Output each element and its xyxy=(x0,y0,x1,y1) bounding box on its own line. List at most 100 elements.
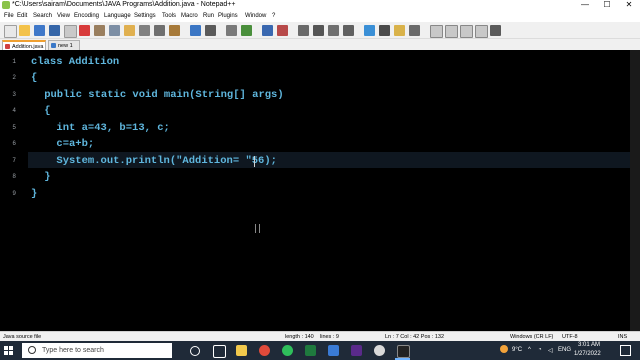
open-icon[interactable] xyxy=(19,25,30,36)
code-line: { xyxy=(19,105,51,117)
undo-icon[interactable] xyxy=(154,25,165,36)
close-all-icon[interactable] xyxy=(79,25,90,36)
code-line: } xyxy=(31,188,38,200)
close-icon[interactable] xyxy=(64,25,77,38)
record-icon[interactable] xyxy=(430,25,443,38)
taskbar-search-box[interactable]: Type here to search xyxy=(22,343,172,358)
clock-time[interactable]: 3:01 AM xyxy=(578,342,600,348)
function-list-icon[interactable] xyxy=(379,25,390,36)
stop-icon[interactable] xyxy=(445,25,458,38)
task-view-icon[interactable] xyxy=(213,345,226,358)
replace-icon[interactable] xyxy=(205,25,216,36)
line-number: 4 xyxy=(12,107,16,114)
code-editor[interactable]: 1 2 3 4 5 6 7 8 9 class Addition { publi… xyxy=(0,50,640,331)
new-icon[interactable] xyxy=(4,25,17,38)
vertical-scrollbar[interactable] xyxy=(630,50,640,331)
sync-h-icon[interactable] xyxy=(277,25,288,36)
find-icon[interactable] xyxy=(190,25,201,36)
code-line: int a=43, b=13, c; xyxy=(6,122,170,134)
indent-guide-icon[interactable] xyxy=(328,25,339,36)
file-explorer-icon[interactable] xyxy=(236,345,247,356)
sync-v-icon[interactable] xyxy=(262,25,273,36)
line-number: 1 xyxy=(12,58,16,65)
menu-encoding[interactable]: Encoding xyxy=(74,10,99,22)
chrome-alt-icon[interactable] xyxy=(374,345,385,356)
search-icon xyxy=(28,346,36,354)
unsaved-file-icon xyxy=(5,44,10,49)
menu-language[interactable]: Language xyxy=(104,10,131,22)
menu-macro[interactable]: Macro xyxy=(181,10,198,22)
tray-chevron-icon[interactable]: ^ xyxy=(528,347,531,353)
zoom-out-icon[interactable] xyxy=(241,25,252,36)
menu-tools[interactable]: Tools xyxy=(162,10,176,22)
notification-icon[interactable] xyxy=(620,345,631,356)
cut-icon[interactable] xyxy=(109,25,120,36)
outlook-icon[interactable] xyxy=(328,345,339,356)
weather-temp[interactable]: 9°C xyxy=(512,347,522,353)
menu-help[interactable]: ? xyxy=(272,10,275,22)
menu-search[interactable]: Search xyxy=(33,10,52,22)
clock-date[interactable]: 1/27/2022 xyxy=(574,351,601,357)
line-number: 3 xyxy=(12,91,16,98)
system-tray: 9°C ^ ◔ ◁ ENG 3:01 AM 1/27/2022 xyxy=(500,341,640,360)
copy-icon[interactable] xyxy=(124,25,135,36)
title-bar: *C:\Users\sairam\Documents\JAVA Programs… xyxy=(0,0,640,10)
menu-edit[interactable]: Edit xyxy=(17,10,27,22)
monitor-icon[interactable] xyxy=(409,25,420,36)
weather-icon[interactable] xyxy=(500,345,508,353)
code-line: { xyxy=(31,72,38,84)
notepadpp-app-icon xyxy=(2,1,10,9)
network-icon[interactable]: ◔ xyxy=(538,347,542,353)
menu-window[interactable]: Window xyxy=(245,10,266,22)
language-indicator[interactable]: ENG xyxy=(558,347,571,353)
menu-plugins[interactable]: Plugins xyxy=(218,10,238,22)
folder-workspace-icon[interactable] xyxy=(394,25,405,36)
whatsapp-icon[interactable] xyxy=(282,345,293,356)
windows-taskbar: Type here to search 9°C ^ ◔ ◁ ENG 3:01 A… xyxy=(0,341,640,360)
tab-addition-java[interactable]: Addition.java xyxy=(2,40,46,50)
menu-run[interactable]: Run xyxy=(203,10,214,22)
close-button[interactable]: ✕ xyxy=(618,0,640,10)
tab-new-1[interactable]: new 1 xyxy=(48,40,80,50)
windows-start-icon[interactable] xyxy=(4,346,14,356)
code-line: System.out.println("Addition= "56); xyxy=(6,155,277,167)
cmd-icon[interactable] xyxy=(397,345,410,358)
code-line: class Addition xyxy=(31,56,120,68)
minimize-button[interactable]: — xyxy=(574,0,596,10)
line-number: 2 xyxy=(12,74,16,81)
play-multi-icon[interactable] xyxy=(475,25,488,38)
print-icon[interactable] xyxy=(94,25,105,36)
paste-icon[interactable] xyxy=(139,25,150,36)
redo-icon[interactable] xyxy=(169,25,180,36)
volume-icon[interactable]: ◁ xyxy=(548,347,553,354)
menu-file[interactable]: File xyxy=(4,10,14,22)
excel-icon[interactable] xyxy=(305,345,316,356)
menu-view[interactable]: View xyxy=(57,10,70,22)
code-line: public static void main(String[] args) xyxy=(19,89,284,101)
show-all-icon[interactable] xyxy=(313,25,324,36)
line-number: 8 xyxy=(12,173,16,180)
code-line: c=a+b; xyxy=(6,138,95,150)
saved-file-icon xyxy=(51,43,56,48)
code-line: } xyxy=(19,171,51,183)
doc-map-icon[interactable] xyxy=(364,25,375,36)
maximize-button[interactable]: ☐ xyxy=(596,0,618,10)
play-icon[interactable] xyxy=(460,25,473,38)
text-caret xyxy=(254,156,255,167)
chrome-icon[interactable] xyxy=(259,345,270,356)
wrap-icon[interactable] xyxy=(298,25,309,36)
menu-settings[interactable]: Settings xyxy=(134,10,156,22)
udl-icon[interactable] xyxy=(343,25,354,36)
toolbar xyxy=(0,22,640,39)
save-all-icon[interactable] xyxy=(49,25,60,36)
tab-label: new 1 xyxy=(58,43,73,49)
zoom-in-icon[interactable] xyxy=(226,25,237,36)
mouse-ibeam-cursor xyxy=(255,224,260,233)
window-title: *C:\Users\sairam\Documents\JAVA Programs… xyxy=(12,1,236,8)
search-placeholder: Type here to search xyxy=(42,347,104,354)
save-macro-icon[interactable] xyxy=(490,25,501,36)
onenote-icon[interactable] xyxy=(351,345,362,356)
save-icon[interactable] xyxy=(34,25,45,36)
tab-bar: Addition.java new 1 xyxy=(0,39,640,50)
cortana-icon[interactable] xyxy=(190,346,200,356)
